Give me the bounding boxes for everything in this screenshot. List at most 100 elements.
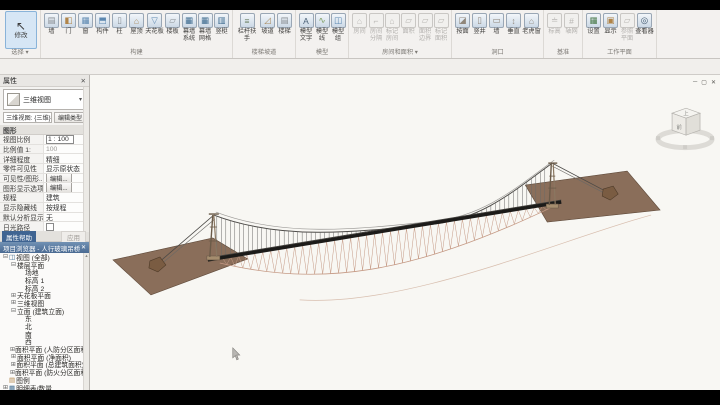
wall-label: 墙 [48, 29, 54, 36]
tree-item-elevations[interactable]: ⊟立面 (建筑立面) [0, 307, 84, 315]
wall-button[interactable]: ▤墙 [43, 10, 60, 36]
tree-item-south-elevation[interactable]: 南 [0, 330, 84, 338]
ribbon-group-label-build[interactable]: 构建 [43, 48, 230, 58]
compass-tick-west[interactable] [656, 136, 660, 140]
door-button[interactable]: ◧门 [60, 10, 77, 36]
tree-node-icon: ▦ [9, 384, 15, 390]
view-restore-icon[interactable]: ▢ [701, 79, 707, 86]
stair-button[interactable]: ▤楼梯 [276, 10, 293, 36]
mouse-cursor [233, 348, 240, 360]
dormer-button[interactable]: ⌂老虎窗 [522, 10, 541, 36]
tree-item-north-elevation[interactable]: 北 [0, 322, 84, 330]
mullion-button[interactable]: ▥竖梃 [213, 10, 230, 36]
property-label: 规程 [0, 192, 43, 202]
view-close-icon[interactable]: ✕ [711, 79, 716, 86]
properties-close-icon[interactable]: ✕ [81, 77, 86, 85]
compass-tick-east[interactable] [710, 136, 714, 140]
column-button[interactable]: ▯柱 [111, 10, 128, 36]
room-icon: ⌂ [352, 13, 367, 28]
expander-icon[interactable]: ⊟ [2, 253, 9, 260]
ribbon-group-label-circulation[interactable]: 楼梯坡道 [235, 48, 293, 58]
curtain-system-button[interactable]: ▦幕墙系统 [181, 10, 197, 43]
wall-opening-button[interactable]: ▭墙 [488, 10, 505, 36]
ribbon-group-label-work-plane[interactable]: 工作平面 [585, 48, 654, 58]
shaft-label: 竖井 [473, 29, 485, 36]
type-selector[interactable]: 三维视图 ▾ [3, 89, 86, 110]
ribbon-group-label-select[interactable]: 选择 ▾ [2, 48, 38, 58]
truss-web-members [223, 205, 550, 274]
edit-button[interactable]: 编辑... [46, 174, 72, 183]
expander-icon[interactable]: ⊞ [10, 292, 17, 299]
expander-icon[interactable]: ⊞ [2, 384, 9, 390]
room-separator-button: ⌐房间分隔 [368, 10, 384, 43]
by-face-button[interactable]: ◪按面 [454, 10, 471, 36]
properties-scrollbar[interactable] [83, 87, 89, 232]
tree-spacer [18, 330, 25, 337]
dormer-label: 老虎窗 [522, 29, 541, 36]
expander-icon[interactable]: ⊞ [10, 299, 17, 306]
wall-icon: ▤ [44, 13, 59, 28]
type-selector-arrow-icon[interactable]: ▾ [79, 96, 82, 103]
shaft-button[interactable]: ▯竖井 [471, 10, 488, 36]
property-label: 详细程度 [0, 154, 43, 164]
set-button[interactable]: ▦设置 [585, 10, 602, 36]
show-button[interactable]: ▣显示 [602, 10, 619, 36]
window-button[interactable]: ▦窗 [77, 10, 94, 36]
view-type-combo[interactable]: 三维视图: {三维} ▾ [3, 112, 52, 123]
modify-button[interactable]: ↖ 修改 [5, 11, 37, 49]
by-face-icon: ◪ [455, 13, 470, 28]
edit-type-button[interactable]: 编辑类型 [54, 112, 86, 123]
model-line-label: 模型线 [314, 29, 330, 43]
viewer-button[interactable]: ◎查看器 [635, 10, 654, 36]
ramp-label: 坡道 [261, 29, 273, 36]
floor-label: 楼板 [166, 29, 178, 36]
window-label: 窗 [82, 29, 88, 36]
component-button[interactable]: ⬒构件 [94, 10, 111, 36]
expander-icon[interactable]: ⊟ [10, 261, 17, 268]
ground-plane-right[interactable] [525, 171, 660, 222]
ribbon-group-label-room-area[interactable]: 房间和面积 ▾ [351, 48, 449, 58]
stair-label: 楼梯 [278, 29, 290, 36]
column-icon: ▯ [112, 13, 127, 28]
expander-icon[interactable]: ⊟ [10, 307, 17, 314]
tree-item-floor-plans[interactable]: ⊟楼层平面 [0, 261, 84, 269]
checkbox[interactable] [46, 223, 54, 231]
properties-header: 属性 ✕ [0, 75, 89, 87]
3d-viewport[interactable]: 上 前 ─ ▢ ✕ [90, 75, 720, 390]
ref-plane-button: ▱参照平面 [619, 10, 635, 43]
tag-room-button: ⌂标记房间 [384, 10, 400, 43]
floor-button[interactable]: ▱楼板 [164, 10, 181, 36]
roof-label: 屋顶 [130, 29, 142, 36]
compass-tick-south[interactable] [683, 145, 687, 149]
property-label: 零件可见性 [0, 163, 43, 173]
project-browser-header[interactable]: 项目浏览器 - 人行玻璃吊桥 ✕ [0, 242, 89, 253]
model-group-button[interactable]: ◫模型组 [330, 10, 346, 43]
room-separator-icon: ⌐ [369, 13, 384, 28]
curtain-grid-button[interactable]: ▦幕墙网格 [197, 10, 213, 43]
roof-button[interactable]: ⌂屋顶 [128, 10, 145, 36]
tree-item-schedules[interactable]: ⊞▦明细表/数量 [0, 384, 84, 390]
edit-button[interactable]: 编辑... [46, 183, 72, 192]
tree-item-area-plan-fire[interactable]: ⊞面积平面 (防火分区面积) [0, 368, 84, 376]
area-button: ▱面积 [400, 10, 417, 36]
revit-app-window: ↖ 修改 选择 ▾ ▤墙◧门▦窗⬒构件▯柱⌂屋顶▽天花板▱楼板▦幕墙系统▦幕墙网… [0, 10, 720, 390]
ramp-button[interactable]: ◿坡道 [259, 10, 276, 36]
room-label: 房间 [353, 29, 365, 36]
view-minimize-icon[interactable]: ─ [693, 79, 697, 86]
ribbon-group-label-datum[interactable]: 基准 [546, 48, 580, 58]
ribbon-group-label-model[interactable]: 模型 [298, 48, 346, 58]
model-text-button[interactable]: A模型文字 [298, 10, 314, 43]
ribbon-group-label-opening[interactable]: 洞口 [454, 48, 541, 58]
vertical-button[interactable]: ↕垂直 [505, 10, 522, 36]
model-line-button[interactable]: ∿模型线 [314, 10, 330, 43]
tag-room-label: 标记房间 [384, 29, 400, 43]
project-browser-close-icon[interactable]: ✕ [81, 244, 86, 251]
project-browser-scrollbar[interactable]: ▲▼ [83, 253, 89, 390]
ground-plane-left[interactable] [113, 238, 248, 295]
area-boundary-label: 面积边界 [417, 29, 433, 43]
railing-button[interactable]: ≡栏杆扶手 [235, 10, 259, 43]
by-face-label: 按面 [456, 29, 468, 36]
viewcube[interactable]: 上 前 [656, 108, 714, 149]
3d-viewport-canvas[interactable]: 上 前 [90, 75, 720, 390]
ceiling-button[interactable]: ▽天花板 [145, 10, 164, 36]
